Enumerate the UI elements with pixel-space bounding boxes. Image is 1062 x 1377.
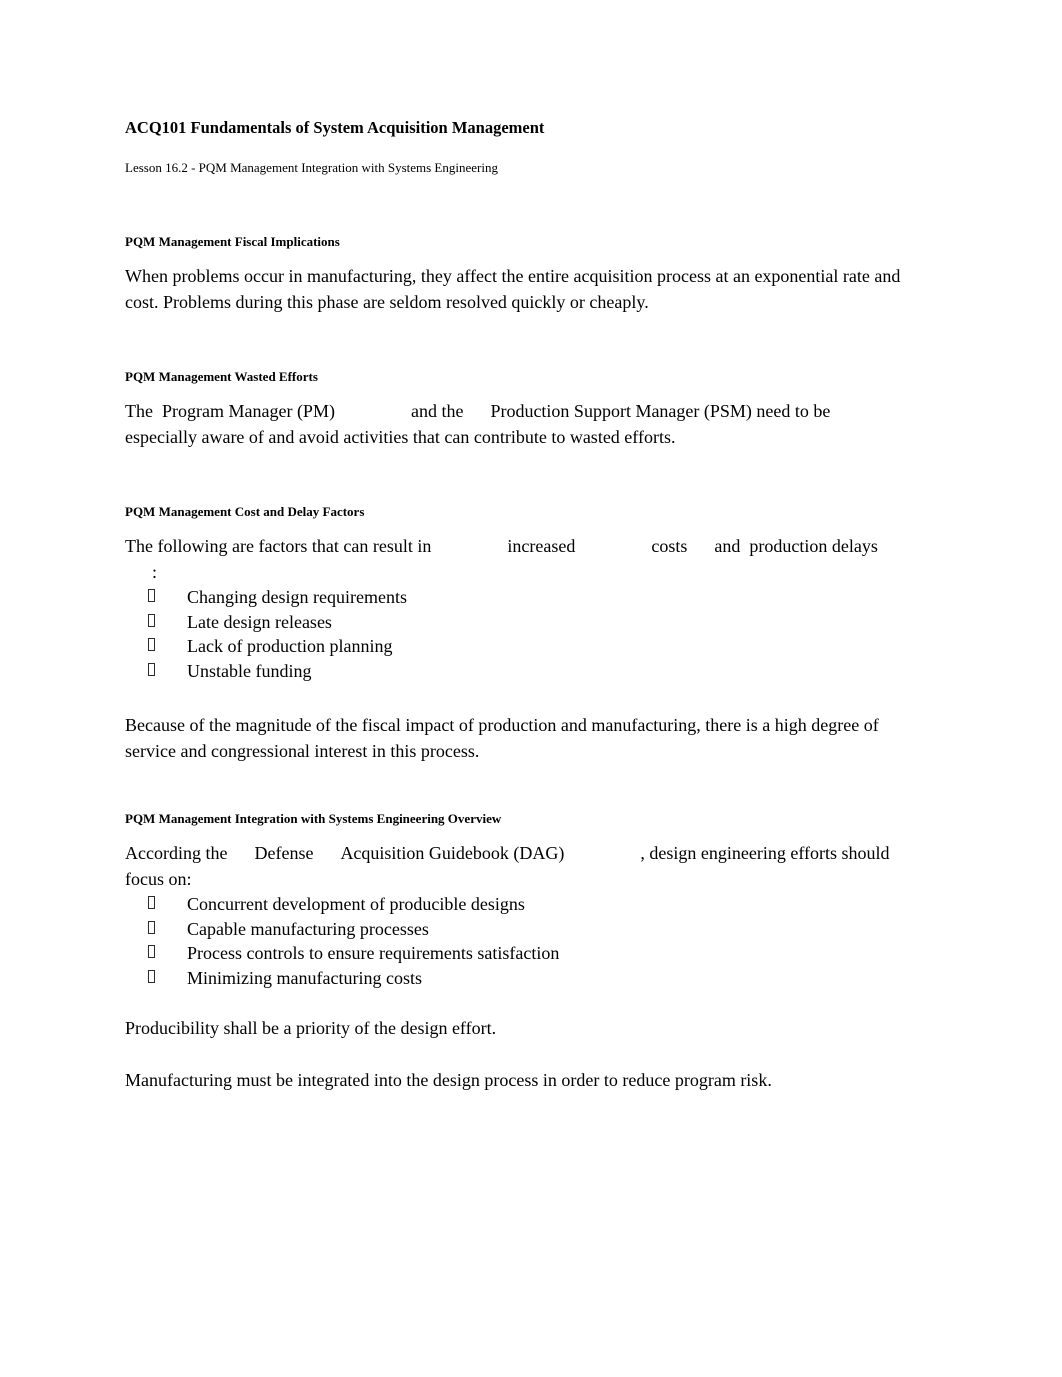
bullet-list-cost-delay-factors: Changing design requirements Late design… [125, 585, 902, 683]
bullet-box-icon [148, 969, 155, 983]
list-item: Process controls to ensure requirements … [125, 941, 902, 966]
section-fiscal-implications: PQM Management Fiscal Implications When … [125, 233, 902, 315]
section-integration-systems-engineering: PQM Management Integration with Systems … [125, 810, 902, 1093]
list-item-label: Unstable funding [187, 660, 312, 681]
text-colon: : [152, 561, 158, 582]
list-item: Lack of production planning [125, 634, 902, 659]
text-and-the: and the [410, 401, 464, 421]
text-and-production-delays: and production delays [714, 536, 878, 556]
paragraph-fiscal-impact-magnitude: Because of the magnitude of the fiscal i… [125, 715, 884, 761]
list-item: Late design releases [125, 610, 902, 635]
paragraph-manufacturing-integration: Manufacturing must be integrated into th… [125, 1069, 772, 1090]
section-heading-wasted-efforts: PQM Management Wasted Efforts [125, 369, 318, 384]
section-heading-cost-delay-factors: PQM Management Cost and Delay Factors [125, 504, 365, 519]
paragraph-dag-lead: According the Defense Acquisition Guideboo… [125, 841, 902, 892]
section-cost-delay-factors: PQM Management Cost and Delay Factors Th… [125, 503, 902, 764]
list-item-label: Process controls to ensure requirements … [187, 943, 560, 963]
section-heading-integration-overview: PQM Management Integration with Systems … [125, 811, 502, 826]
list-item-label: Changing design requirements [187, 587, 407, 607]
bullet-list-design-engineering-focus: Concurrent development of producible des… [125, 892, 902, 990]
list-item-label: Minimizing manufacturing costs [187, 967, 422, 988]
text-acquisition-guidebook: Acquisition Guidebook (DAG) [340, 843, 565, 863]
list-item: Capable manufacturing processes [125, 917, 902, 942]
section-heading-fiscal-implications: PQM Management Fiscal Implications [125, 234, 340, 249]
bullet-box-icon [148, 945, 155, 958]
text-defense: Defense [254, 843, 314, 863]
lesson-subtitle: Lesson 16.2 - PQM Management Integration… [125, 160, 498, 175]
text-according-the: According the [125, 843, 228, 863]
list-item: Unstable funding [125, 659, 902, 684]
list-item-label: Lack of production planning [187, 636, 393, 656]
bullet-box-icon [148, 896, 155, 909]
bullet-box-icon [148, 589, 155, 602]
text-lead-in: The following are factors that can resul… [125, 536, 432, 556]
bullet-box-icon [148, 662, 155, 676]
bullet-box-icon [148, 638, 155, 651]
paragraph-cost-delay-lead: The following are factors that can resul… [125, 534, 902, 585]
list-item: Minimizing manufacturing costs [125, 966, 902, 991]
text-costs: costs [651, 536, 688, 556]
document-page: ACQ101 Fundamentals of System Acquisitio… [0, 0, 1062, 1377]
bullet-box-icon [148, 613, 155, 627]
paragraph-fiscal-implications: When problems occur in manufacturing, th… [125, 266, 905, 312]
page-title: ACQ101 Fundamentals of System Acquisitio… [125, 118, 545, 137]
list-item: Concurrent development of producible des… [125, 892, 902, 917]
list-item: Changing design requirements [125, 585, 902, 610]
list-item-label: Late design releases [187, 611, 332, 632]
section-wasted-efforts: PQM Management Wasted Efforts The Progra… [125, 368, 902, 450]
paragraph-producibility-priority: Producibility shall be a priority of the… [125, 1018, 497, 1038]
list-item-label: Capable manufacturing processes [187, 918, 429, 939]
list-item-label: Concurrent development of producible des… [187, 894, 525, 914]
paragraph-wasted-efforts: The Program Manager (PM) and the Productio… [125, 399, 902, 450]
text-increased: increased [507, 536, 576, 556]
text-program-manager: The Program Manager (PM) [125, 401, 335, 421]
bullet-box-icon [148, 920, 155, 934]
